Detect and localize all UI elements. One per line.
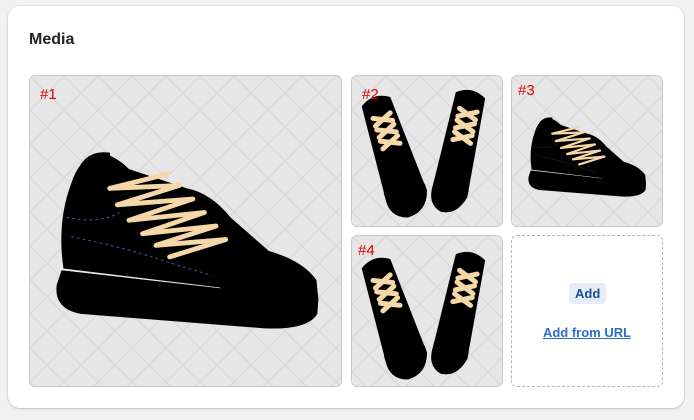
add-button[interactable]: Add <box>569 283 607 304</box>
media-tile-4[interactable]: #4 <box>351 235 503 387</box>
blue-shoe-side-image <box>42 116 332 338</box>
add-media-dropzone[interactable]: Add Add from URL <box>511 235 663 387</box>
media-tile-3[interactable]: #3 <box>511 75 663 227</box>
tan-shoe-side-image <box>527 116 648 198</box>
tan-shoe-pair-image <box>358 246 498 386</box>
media-card: Media #1 #2 #3 #4 Add Add from URL <box>8 6 684 408</box>
media-title: Media <box>29 31 75 48</box>
media-number-4: #4 <box>358 242 375 259</box>
media-tile-1[interactable]: #1 <box>29 75 342 387</box>
media-number-2: #2 <box>362 86 379 103</box>
media-number-1: #1 <box>40 86 57 103</box>
blue-shoe-pair-image <box>358 84 498 224</box>
media-number-3: #3 <box>518 82 535 99</box>
media-tile-2[interactable]: #2 <box>351 75 503 227</box>
add-from-url-link[interactable]: Add from URL <box>512 325 662 340</box>
